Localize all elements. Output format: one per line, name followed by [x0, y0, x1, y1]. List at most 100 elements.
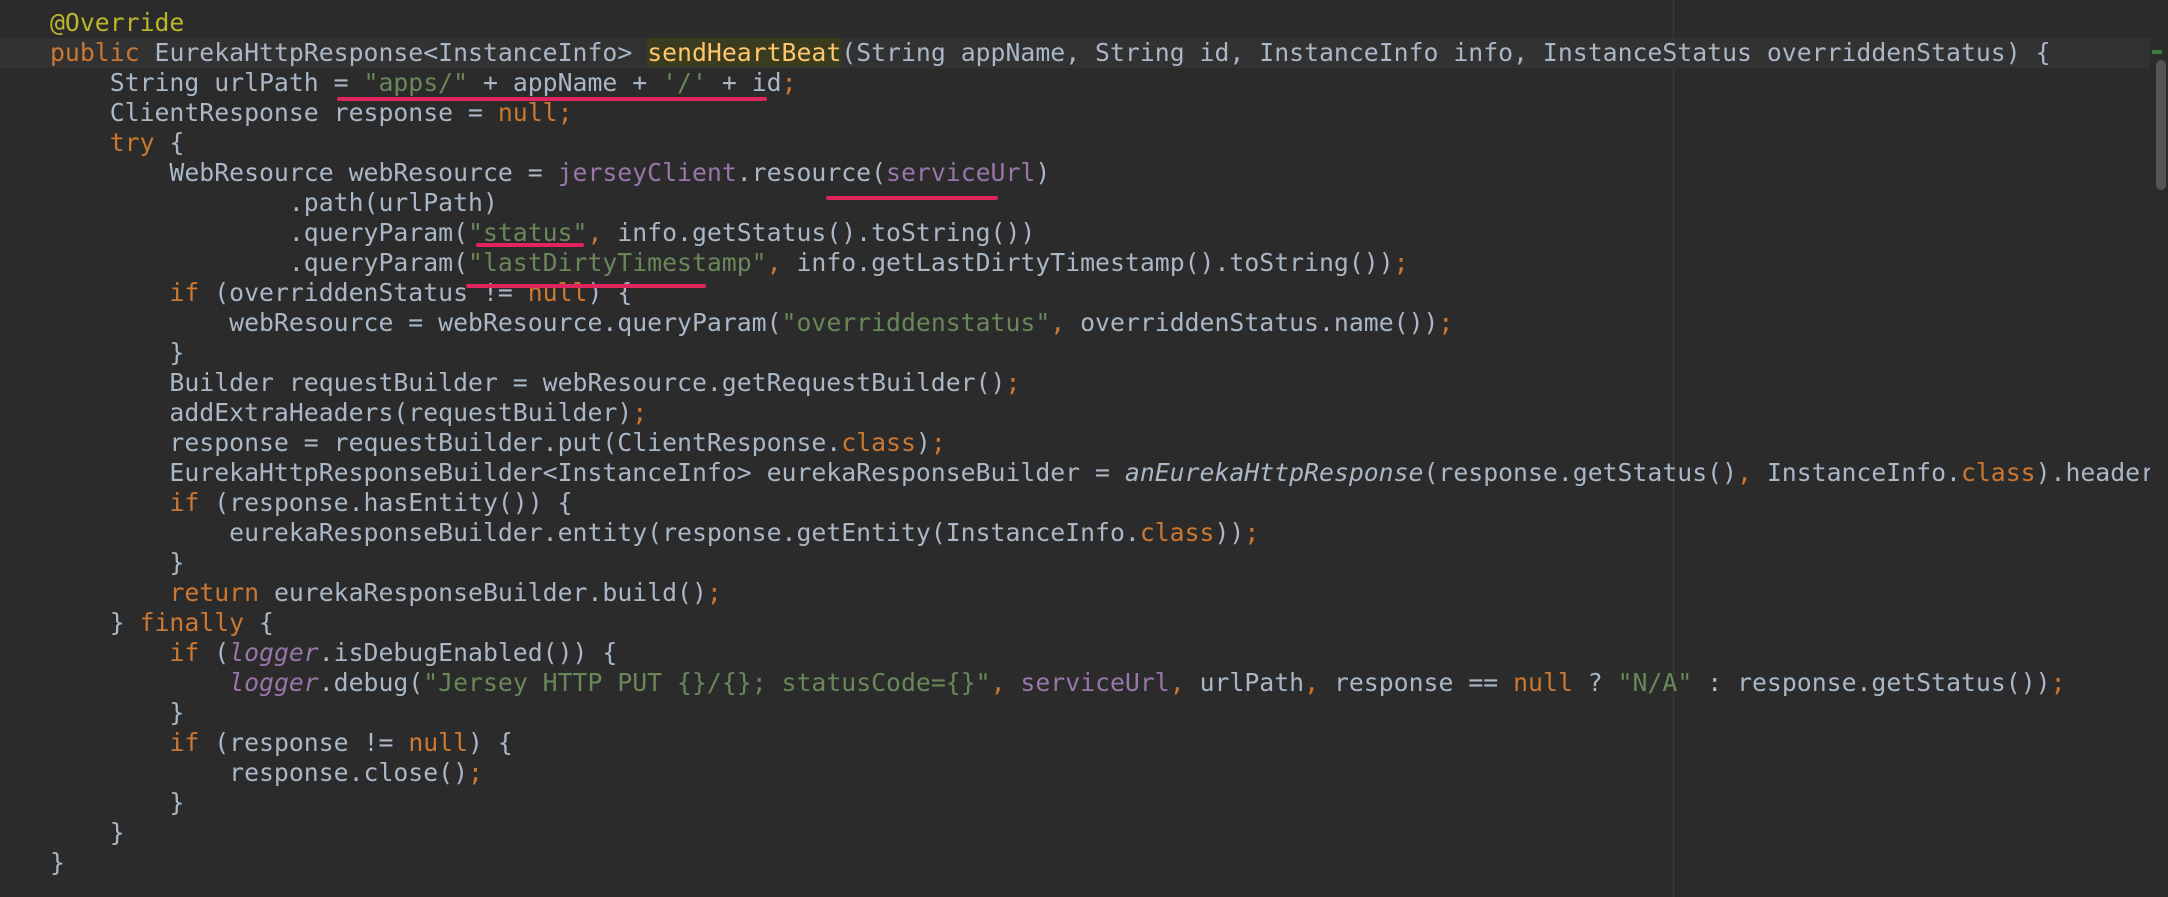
code-line[interactable]: .queryParam("status", info.getStatus().t…	[50, 218, 2168, 248]
annotation-underline-status	[476, 243, 584, 247]
code-token: ,	[1050, 308, 1081, 337]
code-token: return	[169, 578, 274, 607]
code-token: ).headers(	[2035, 458, 2168, 487]
code-token: WebResource webResource =	[50, 158, 558, 187]
code-line[interactable]: EurekaHttpResponseBuilder<InstanceInfo> …	[50, 458, 2168, 488]
code-token: "N/A"	[1617, 668, 1693, 697]
code-token: finally	[139, 608, 245, 637]
code-token: ;	[557, 98, 573, 127]
code-token: serviceUrl	[1020, 668, 1170, 697]
code-line[interactable]: }	[50, 338, 2168, 368]
code-token: }	[50, 608, 140, 637]
code-token: logger	[229, 668, 319, 697]
code-token: ;	[1393, 248, 1409, 277]
code-token: EurekaHttpResponseBuilder<InstanceInfo> …	[50, 458, 1125, 487]
code-line[interactable]: return eurekaResponseBuilder.build();	[50, 578, 2168, 608]
code-token: if	[169, 728, 200, 757]
code-line[interactable]: eurekaResponseBuilder.entity(response.ge…	[50, 518, 2168, 548]
code-token: "Jersey HTTP PUT {}/{}; statusCode={}"	[423, 668, 991, 697]
code-token: ?	[1572, 668, 1618, 697]
code-line[interactable]: } finally {	[50, 608, 2168, 638]
code-token: }	[50, 788, 185, 817]
code-token: + appName +	[468, 68, 663, 97]
code-token: response.close()	[50, 758, 469, 787]
code-token: .path(urlPath)	[50, 188, 498, 217]
code-token: ) {	[468, 728, 513, 757]
code-line[interactable]: }	[50, 848, 2168, 878]
code-line[interactable]: .queryParam("lastDirtyTimestamp", info.g…	[50, 248, 2168, 278]
code-line[interactable]: try {	[50, 128, 2168, 158]
code-line[interactable]: WebResource webResource = jerseyClient.r…	[50, 158, 2168, 188]
code-token: class	[1139, 518, 1215, 547]
code-line[interactable]: }	[50, 788, 2168, 818]
code-line[interactable]: @Override	[50, 8, 2168, 38]
code-token: (response !=	[199, 728, 409, 757]
code-token: .queryParam(	[50, 248, 469, 277]
code-line[interactable]: .path(urlPath)	[50, 188, 2168, 218]
code-token: eurekaResponseBuilder.entity(response.ge…	[50, 518, 1140, 547]
vertical-scrollbar[interactable]	[2150, 0, 2168, 897]
code-line[interactable]: response.close();	[50, 758, 2168, 788]
code-token: String urlPath =	[50, 68, 364, 97]
code-line[interactable]: if (logger.isDebugEnabled()) {	[50, 638, 2168, 668]
code-line[interactable]: }	[50, 698, 2168, 728]
code-editor[interactable]: @Override public EurekaHttpResponse<Insta…	[0, 0, 2168, 897]
code-line[interactable]: }	[50, 818, 2168, 848]
code-token: class	[841, 428, 916, 457]
code-token: '/'	[662, 68, 707, 97]
code-token: @Override	[50, 8, 185, 37]
code-token: serviceUrl	[886, 158, 1036, 187]
code-token: ,	[1304, 668, 1334, 697]
code-token: logger	[229, 638, 319, 667]
code-line[interactable]: ClientResponse response = null;	[50, 98, 2168, 128]
code-token: ;	[2050, 668, 2066, 697]
code-line[interactable]: String urlPath = "apps/" + appName + '/'…	[50, 68, 2168, 98]
error-stripe-marker	[2152, 50, 2162, 54]
code-line[interactable]: Builder requestBuilder = webResource.get…	[50, 368, 2168, 398]
code-token: }	[50, 548, 185, 577]
code-area[interactable]: @Override public EurekaHttpResponse<Insta…	[0, 8, 2168, 878]
scrollbar-thumb[interactable]	[2156, 60, 2166, 190]
code-token: sendHeartBeat	[647, 38, 842, 67]
code-token: "apps/"	[363, 68, 469, 97]
code-line[interactable]: }	[50, 548, 2168, 578]
code-token: null	[527, 278, 588, 307]
code-token: urlPath	[1199, 668, 1305, 697]
code-token: jerseyClient	[557, 158, 737, 187]
code-token: null	[408, 728, 469, 757]
code-line[interactable]: if (overriddenStatus != null) {	[50, 278, 2168, 308]
code-token: webResource = webResource.queryParam(	[50, 308, 782, 337]
code-token: )	[915, 428, 931, 457]
code-line[interactable]: if (response != null) {	[50, 728, 2168, 758]
code-line[interactable]: logger.debug("Jersey HTTP PUT {}/{}; sta…	[50, 668, 2168, 698]
code-line[interactable]: webResource = webResource.queryParam("ov…	[50, 308, 2168, 338]
code-token: ,	[587, 218, 618, 247]
annotation-underline-last-dirty-timestamp	[466, 284, 706, 288]
code-line[interactable]: addExtraHeaders(requestBuilder);	[50, 398, 2168, 428]
code-token: (response.hasEntity()) {	[199, 488, 573, 517]
code-line[interactable]: if (response.hasEntity()) {	[50, 488, 2168, 518]
code-token: )	[1035, 158, 1051, 187]
code-token: if	[169, 488, 200, 517]
code-token: overriddenStatus.name())	[1080, 308, 1439, 337]
code-token: (	[199, 638, 230, 667]
code-token: ))	[1214, 518, 1245, 547]
code-token: if	[169, 638, 200, 667]
code-token: (overriddenStatus !=	[199, 278, 528, 307]
code-token: "lastDirtyTimestamp"	[468, 248, 767, 277]
code-token: anEurekaHttpResponse	[1124, 458, 1424, 487]
code-token: .debug(	[318, 668, 424, 697]
code-token: "overriddenstatus"	[781, 308, 1051, 337]
code-token: InstanceInfo.	[1766, 458, 1961, 487]
code-line[interactable]: response = requestBuilder.put(ClientResp…	[50, 428, 2168, 458]
annotation-underline-apps-path	[337, 97, 767, 101]
code-token: ;	[1438, 308, 1454, 337]
code-token: ;	[930, 428, 946, 457]
code-token: ;	[706, 578, 722, 607]
code-line[interactable]: public EurekaHttpResponse<InstanceInfo> …	[0, 38, 2168, 68]
